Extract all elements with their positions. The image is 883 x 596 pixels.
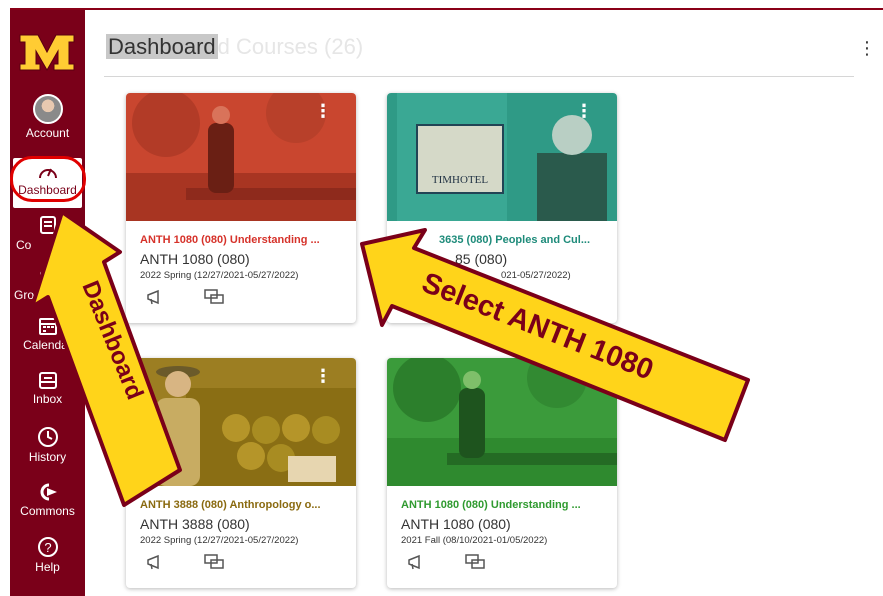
nav-item-history[interactable]: History: [10, 426, 85, 464]
card-options-kebab-icon[interactable]: ⋮: [314, 366, 332, 387]
dashboard-options-kebab-icon[interactable]: ⋮: [858, 38, 876, 59]
course-card[interactable]: ANTH 1080 (080) Understanding ... ANTH 1…: [387, 358, 617, 588]
course-card-hero[interactable]: TIMHOTEL ⋮: [387, 93, 617, 221]
course-code: 85 (080): [455, 251, 508, 267]
highlight-circle: [10, 156, 86, 202]
nav-label-calendar: Calendar: [23, 338, 72, 352]
course-link[interactable]: ANTH 3888 (080) Anthropology o...: [140, 499, 350, 511]
course-link[interactable]: ANTH 1080 (080) Understanding ...: [401, 499, 611, 511]
course-link[interactable]: ANTH 1080 (080) Understanding ...: [140, 234, 350, 246]
svg-text:TIMHOTEL: TIMHOTEL: [432, 174, 488, 186]
page-title: Dashboardd Courses (26): [106, 34, 363, 60]
course-code: ANTH 1080 (080): [140, 251, 250, 267]
calendar-icon: [38, 318, 57, 335]
nav-label-history: History: [28, 450, 67, 464]
course-link[interactable]: 3635 (080) Peoples and Cul...: [439, 234, 617, 246]
course-card-hero[interactable]: [387, 358, 617, 486]
course-code: ANTH 3888 (080): [140, 516, 250, 532]
announcements-icon[interactable]: [146, 554, 166, 575]
course-card[interactable]: TIMHOTEL ⋮ 3635 (080) Peoples and Cul...…: [387, 93, 617, 323]
course-card[interactable]: ⋮ ANTH 3888 (080) Anthropology o... ANTH…: [126, 358, 356, 588]
nav-item-calendar[interactable]: Calendar: [10, 316, 85, 352]
global-nav: Account Dashboard Co Grou Calendar Inbox…: [10, 10, 85, 596]
course-term: 2021 Fall (08/10/2021-01/05/2022): [401, 535, 548, 546]
top-border: [10, 8, 883, 10]
discussions-icon[interactable]: [204, 289, 224, 310]
course-card[interactable]: ⋮ ANTH 1080 (080) Understanding ... ANTH…: [126, 93, 356, 323]
nav-item-account[interactable]: Account: [10, 94, 85, 140]
course-term: 2022 Spring (12/27/2021-05/27/2022): [140, 535, 299, 546]
nav-label-account: Account: [25, 126, 70, 140]
umn-logo-icon[interactable]: [18, 32, 76, 72]
course-term: 2022 Spring (12/27/2021-05/27/2022): [140, 270, 299, 281]
course-card-hero[interactable]: ⋮: [126, 358, 356, 486]
nav-item-commons[interactable]: Commons: [10, 482, 85, 518]
commons-icon: [40, 483, 57, 501]
course-image-icon: [387, 358, 617, 486]
nav-item-courses[interactable]: Co: [10, 216, 85, 252]
nav-label-inbox: Inbox: [32, 392, 63, 406]
svg-text:?: ?: [44, 540, 51, 555]
announcements-icon[interactable]: [146, 289, 166, 310]
announcements-icon[interactable]: [407, 554, 427, 575]
nav-item-inbox[interactable]: Inbox: [10, 370, 85, 406]
nav-label-groups: Grou: [14, 288, 41, 302]
nav-label-commons: Commons: [20, 504, 75, 518]
nav-item-groups[interactable]: Grou: [10, 268, 85, 302]
discussions-icon[interactable]: [465, 554, 485, 575]
course-card-hero[interactable]: ⋮: [126, 93, 356, 221]
discussions-icon[interactable]: [204, 554, 224, 575]
groups-icon: [39, 271, 56, 277]
inbox-icon: [38, 372, 57, 389]
course-term: 021-05/27/2022): [501, 270, 571, 281]
clock-icon: [37, 427, 58, 447]
course-code: ANTH 1080 (080): [401, 516, 511, 532]
canvas-screen: Account Dashboard Co Grou Calendar Inbox…: [0, 0, 883, 596]
nav-item-help[interactable]: ? Help: [10, 536, 85, 574]
nav-label-help: Help: [35, 560, 60, 574]
avatar-icon: [32, 94, 63, 124]
card-options-kebab-icon[interactable]: ⋮: [314, 101, 332, 122]
page-title-text: Dashboard: [106, 34, 218, 59]
header-divider: [104, 76, 854, 77]
card-options-kebab-icon[interactable]: ⋮: [575, 101, 593, 122]
help-icon: ?: [37, 537, 58, 557]
courses-icon: [39, 216, 56, 234]
page-title-faded: d Courses (26): [217, 34, 364, 59]
nav-label-courses: Co: [16, 238, 32, 252]
